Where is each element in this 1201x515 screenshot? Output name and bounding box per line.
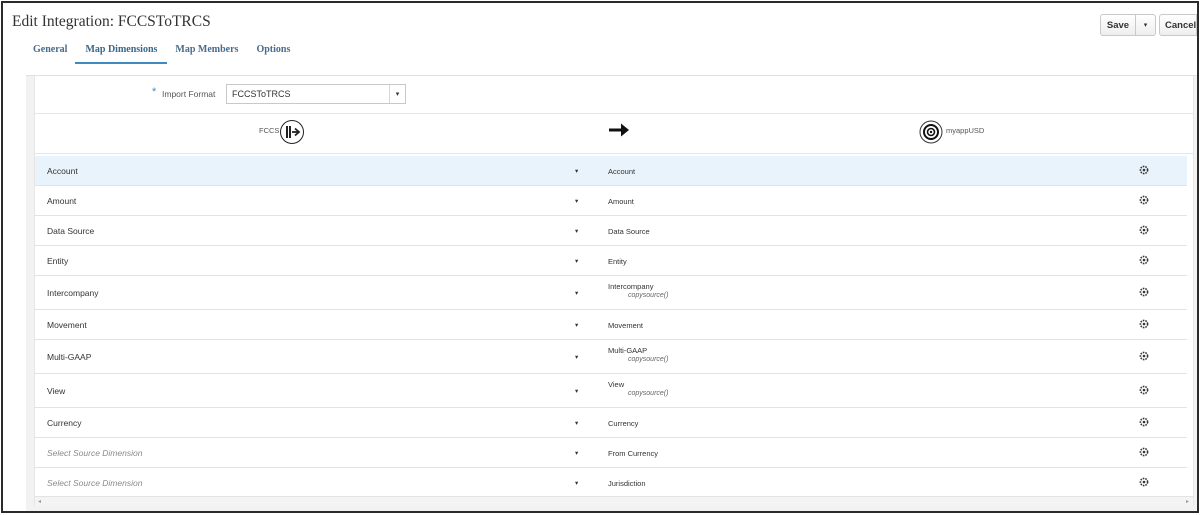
table-row[interactable]: Select Source Dimension ▾ Jurisdiction	[35, 468, 1187, 498]
table-row[interactable]: Account ▾ Account	[35, 156, 1187, 186]
source-dimension[interactable]: Account	[47, 166, 78, 176]
table-row[interactable]: Intercompany ▾ Intercompany copysource()	[35, 276, 1187, 310]
chevron-down-icon[interactable]: ▾	[575, 479, 578, 487]
import-format-row: * Import Format FCCSToTRCS ▾	[35, 76, 1193, 114]
dimension-mapping-table: Account ▾ Account Amount ▾ Amount Data Source ▾…	[35, 156, 1187, 498]
save-button[interactable]: Save	[1100, 14, 1136, 36]
source-dimension[interactable]: Amount	[47, 196, 76, 206]
arrow-right-icon	[609, 123, 629, 137]
gear-icon[interactable]	[1139, 165, 1149, 175]
import-format-label: Import Format	[162, 89, 216, 99]
chevron-down-icon[interactable]: ▾	[575, 289, 578, 297]
target-dimension: Data Source	[608, 227, 650, 236]
select-source-dimension[interactable]: Select Source Dimension	[47, 448, 142, 458]
target-app-label: myappUSD	[946, 126, 985, 135]
tab-map-members[interactable]: Map Members	[175, 44, 238, 64]
gear-icon[interactable]	[1139, 225, 1149, 235]
target-dimension: Multi-GAAP	[608, 346, 648, 355]
table-row[interactable]: Amount ▾ Amount	[35, 186, 1187, 216]
source-dimension[interactable]: Intercompany	[47, 288, 99, 298]
target-dimension: Movement	[608, 321, 644, 330]
target-dimension: View	[608, 380, 625, 389]
map-dimensions-panel: * Import Format FCCSToTRCS ▾ FCCS myappU…	[34, 76, 1194, 506]
gear-icon[interactable]	[1139, 287, 1149, 297]
target-dimension: Intercompany	[608, 282, 654, 291]
target-dimension: Currency	[608, 419, 639, 428]
table-row[interactable]: Select Source Dimension ▾ From Currency	[35, 438, 1187, 468]
table-row[interactable]: Multi-GAAP ▾ Multi-GAAP copysource()	[35, 340, 1187, 374]
chevron-down-icon[interactable]: ▾	[575, 321, 578, 329]
chevron-down-icon[interactable]: ▾	[575, 167, 578, 175]
page-title: Edit Integration: FCCSToTRCS	[12, 13, 211, 30]
gear-icon[interactable]	[1139, 195, 1149, 205]
content-panel: * Import Format FCCSToTRCS ▾ FCCS myappU…	[26, 75, 1197, 511]
mapping-header: FCCS myappUSD	[35, 114, 1193, 154]
target-dimension: Entity	[608, 257, 627, 266]
table-row[interactable]: Currency ▾ Currency	[35, 408, 1187, 438]
required-indicator: *	[152, 86, 157, 98]
import-format-value: FCCSToTRCS	[232, 89, 291, 99]
target-dimension: From Currency	[608, 449, 659, 458]
target-expression: copysource()	[628, 292, 669, 299]
chevron-down-icon[interactable]: ▾	[575, 197, 578, 205]
chevron-down-icon[interactable]: ▾	[575, 449, 578, 457]
import-format-select[interactable]: FCCSToTRCS ▾	[226, 84, 406, 104]
target-expression: copysource()	[628, 356, 669, 363]
chevron-down-icon[interactable]: ▾	[575, 419, 578, 427]
gear-icon[interactable]	[1139, 417, 1149, 427]
chevron-down-icon[interactable]: ▾	[575, 227, 578, 235]
gear-icon[interactable]	[1139, 447, 1149, 457]
table-row[interactable]: Data Source ▾ Data Source	[35, 216, 1187, 246]
gear-icon[interactable]	[1139, 255, 1149, 265]
chevron-down-icon[interactable]: ▾	[575, 387, 578, 395]
app-window: Edit Integration: FCCSToTRCS Save ▾ Canc…	[1, 1, 1199, 513]
table-row[interactable]: Movement ▾ Movement	[35, 310, 1187, 340]
source-dimension[interactable]: Currency	[47, 418, 81, 428]
gear-icon[interactable]	[1139, 385, 1149, 395]
source-dimension[interactable]: Data Source	[47, 226, 94, 236]
scroll-left-icon[interactable]: ◂	[38, 498, 41, 505]
tab-options[interactable]: Options	[256, 44, 290, 64]
chevron-down-icon[interactable]: ▾	[389, 85, 405, 103]
table-row[interactable]: View ▾ View copysource()	[35, 374, 1187, 408]
tab-map-dimensions[interactable]: Map Dimensions	[75, 44, 168, 64]
table-row[interactable]: Entity ▾ Entity	[35, 246, 1187, 276]
target-app-icon	[919, 120, 943, 144]
tab-bar: General Map Dimensions Map Members Optio…	[33, 44, 290, 64]
tab-general[interactable]: General	[33, 44, 67, 64]
toolbar: Save ▾ Cancel	[1100, 14, 1197, 36]
gear-icon[interactable]	[1139, 477, 1149, 487]
chevron-down-icon: ▾	[1143, 22, 1148, 29]
select-source-dimension[interactable]: Select Source Dimension	[47, 478, 142, 488]
target-dimension: Amount	[608, 197, 634, 206]
cancel-button[interactable]: Cancel	[1159, 14, 1197, 36]
gear-icon[interactable]	[1139, 319, 1149, 329]
target-dimension: Account	[608, 167, 636, 176]
chevron-down-icon[interactable]: ▾	[575, 353, 578, 361]
target-expression: copysource()	[628, 390, 669, 397]
source-dimension[interactable]: Multi-GAAP	[47, 352, 91, 362]
chevron-down-icon[interactable]: ▾	[575, 257, 578, 265]
scroll-right-icon[interactable]: ▸	[1186, 498, 1189, 505]
source-dimension[interactable]: View	[47, 386, 65, 396]
source-dimension[interactable]: Movement	[47, 320, 87, 330]
target-dimension: Jurisdiction	[608, 479, 646, 488]
source-app-icon	[280, 120, 304, 144]
save-options-dropdown[interactable]: ▾	[1136, 14, 1156, 36]
source-app-label: FCCS	[259, 126, 280, 135]
source-dimension[interactable]: Entity	[47, 256, 68, 266]
horizontal-scrollbar[interactable]: ◂ ▸	[35, 496, 1193, 506]
gear-icon[interactable]	[1139, 351, 1149, 361]
